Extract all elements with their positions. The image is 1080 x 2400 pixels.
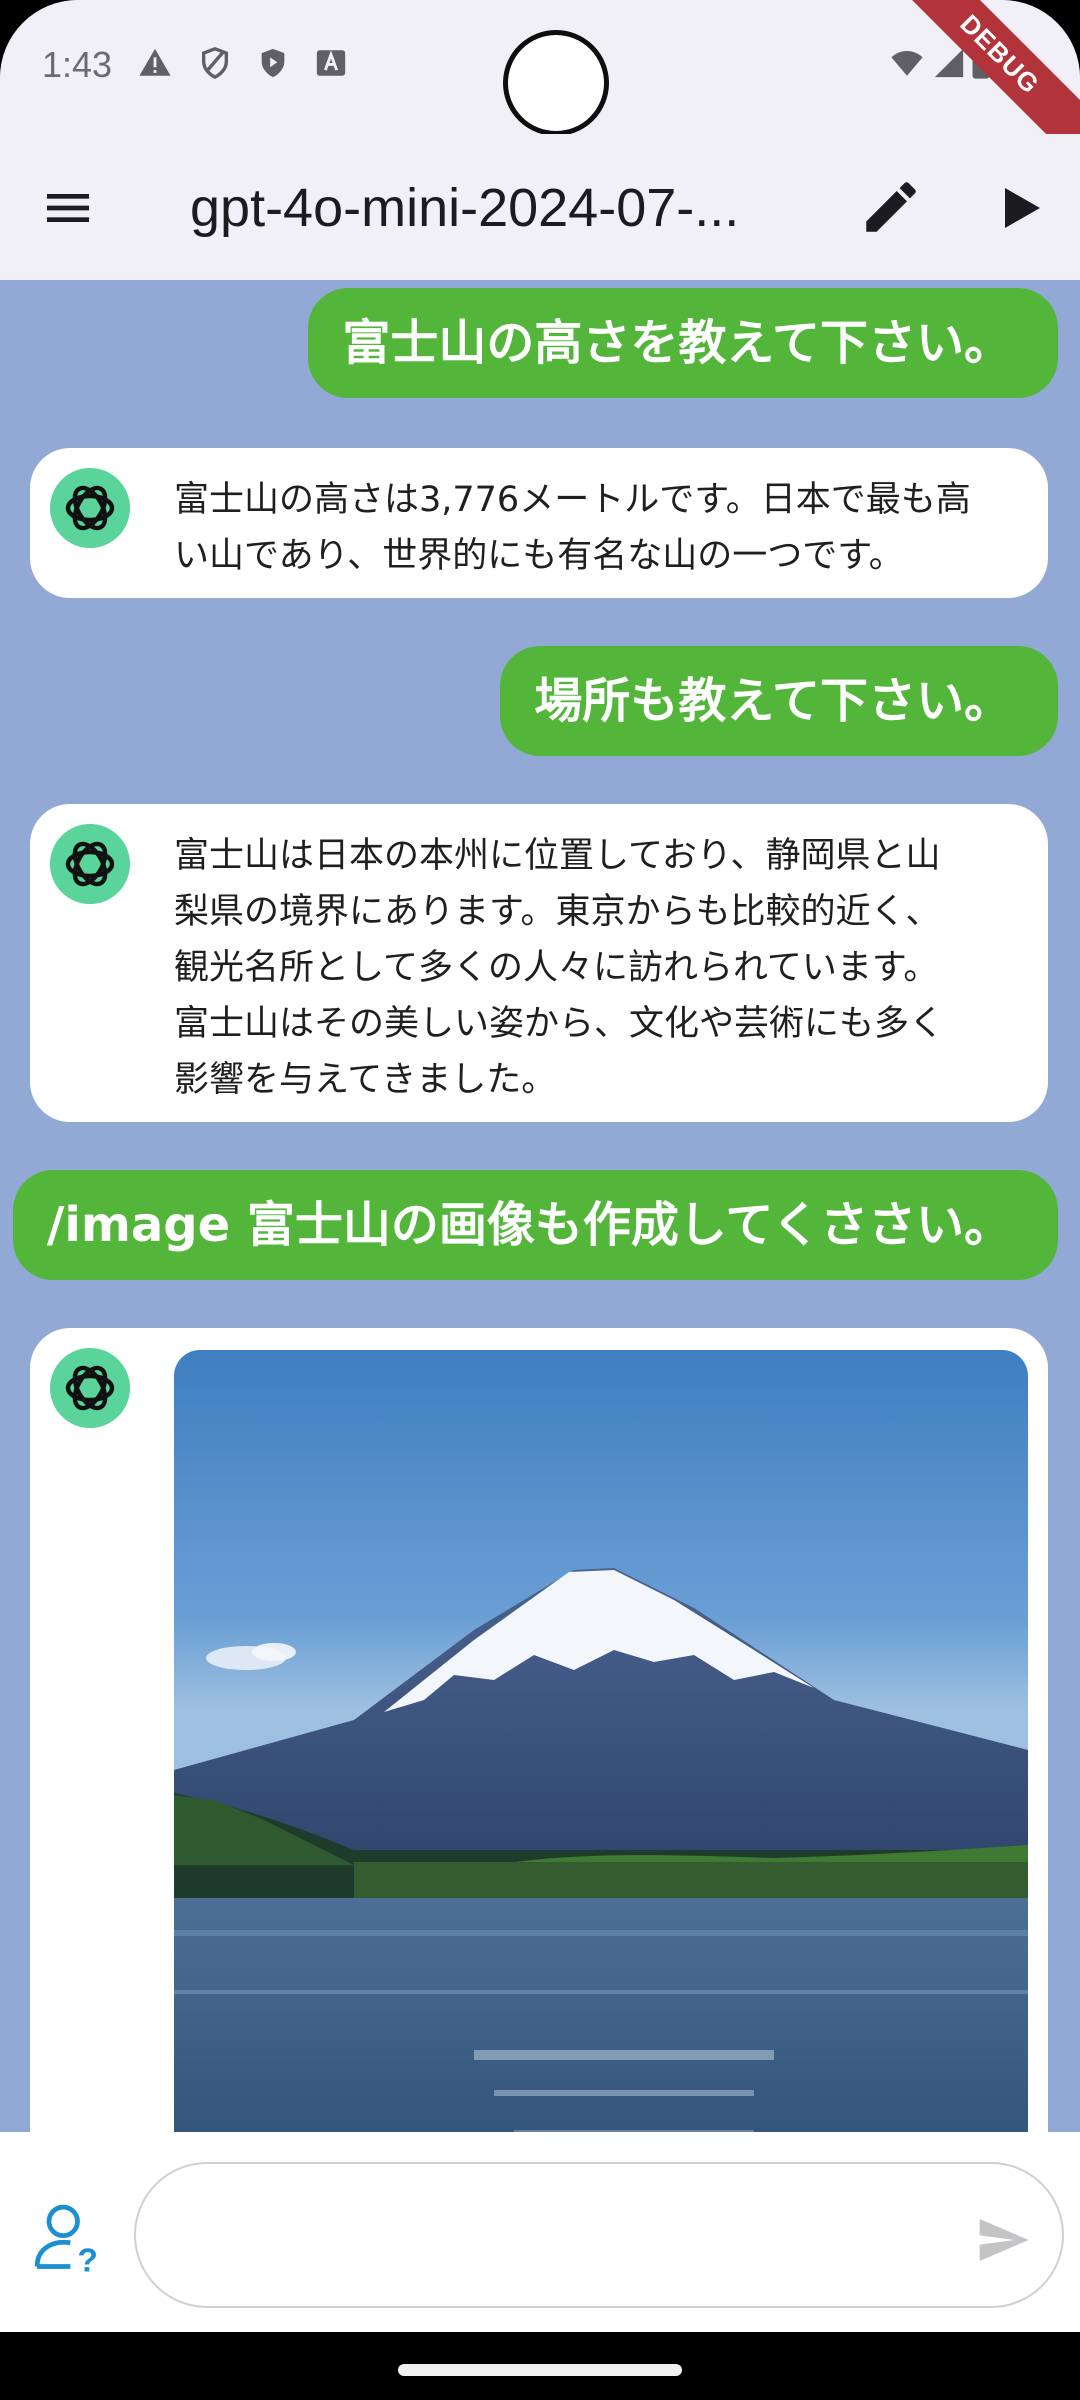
- system-nav-bar: [0, 2332, 1080, 2400]
- play-shield-icon: [261, 48, 285, 78]
- assistant-image-message: [30, 1328, 1048, 2132]
- generated-image[interactable]: [174, 1350, 1028, 2132]
- text-line: 富士山はその美しい姿から、文化や芸術にも多く: [174, 1004, 945, 1044]
- shield-outline-icon: [201, 47, 229, 80]
- openai-logo-icon: [50, 468, 130, 548]
- user-message: /image 富士山の画像も作成してくささい。: [12, 1170, 1058, 1280]
- font-a-icon: [316, 50, 346, 76]
- run-icon[interactable]: [990, 178, 1050, 238]
- signal-icon: [934, 48, 964, 78]
- assistant-message-text: 富士山の高さは3,776メートルです。日本で最も高 い山であり、世界的にも有名な…: [174, 472, 1034, 584]
- text-line: 富士山は日本の本州に位置しており、静岡県と山: [174, 836, 941, 876]
- front-camera: [503, 30, 609, 136]
- app-bar: gpt-4o-mini-2024-07-...: [0, 134, 1080, 280]
- app-screen: 1:43 DEBUG gpt-4o-mini-2024-07-... 富士山の高…: [0, 0, 1080, 2400]
- assistant-message: 富士山の高さは3,776メートルです。日本で最も高 い山であり、世界的にも有名な…: [30, 448, 1048, 598]
- text-line: い山であり、世界的にも有名な山の一つです。: [174, 536, 904, 576]
- user-help-icon[interactable]: ?: [30, 2200, 106, 2276]
- status-bar: 1:43 DEBUG: [0, 0, 1080, 178]
- composer-bar: ?: [0, 2132, 1080, 2332]
- svg-text:?: ?: [78, 2242, 98, 2276]
- openai-logo-icon: [50, 1348, 130, 1428]
- openai-logo-icon: [50, 824, 130, 904]
- menu-icon[interactable]: [40, 180, 96, 236]
- text-line: 富士山の高さは3,776メートルです。日本で最も高: [174, 480, 971, 520]
- user-message: 場所も教えて下さい。: [500, 646, 1058, 756]
- message-input[interactable]: [134, 2162, 1064, 2308]
- chat-list[interactable]: 富士山の高さを教えて下さい。 富士山の高さは3,776メートルです。日本で最も高…: [0, 280, 1080, 2132]
- edit-icon[interactable]: [858, 174, 924, 240]
- home-indicator[interactable]: [398, 2364, 682, 2376]
- assistant-message: 富士山は日本の本州に位置しており、静岡県と山 梨県の境界にあります。東京からも比…: [30, 804, 1048, 1122]
- warning-icon: [139, 48, 171, 76]
- text-line: 観光名所として多くの人々に訪れられています。: [174, 948, 939, 988]
- page-title: gpt-4o-mini-2024-07-...: [190, 178, 740, 238]
- text-line: 影響を与えてきました。: [174, 1060, 557, 1100]
- text-line: 梨県の境界にあります。東京からも比較的近く、: [174, 892, 941, 932]
- wifi-icon: [891, 50, 923, 76]
- assistant-message-text: 富士山は日本の本州に位置しており、静岡県と山 梨県の境界にあります。東京からも比…: [174, 828, 1034, 1108]
- mount-fuji-image: [174, 1350, 1028, 2132]
- send-icon[interactable]: [972, 2212, 1034, 2268]
- status-time: 1:43: [42, 44, 113, 85]
- user-message: 富士山の高さを教えて下さい。: [308, 288, 1058, 398]
